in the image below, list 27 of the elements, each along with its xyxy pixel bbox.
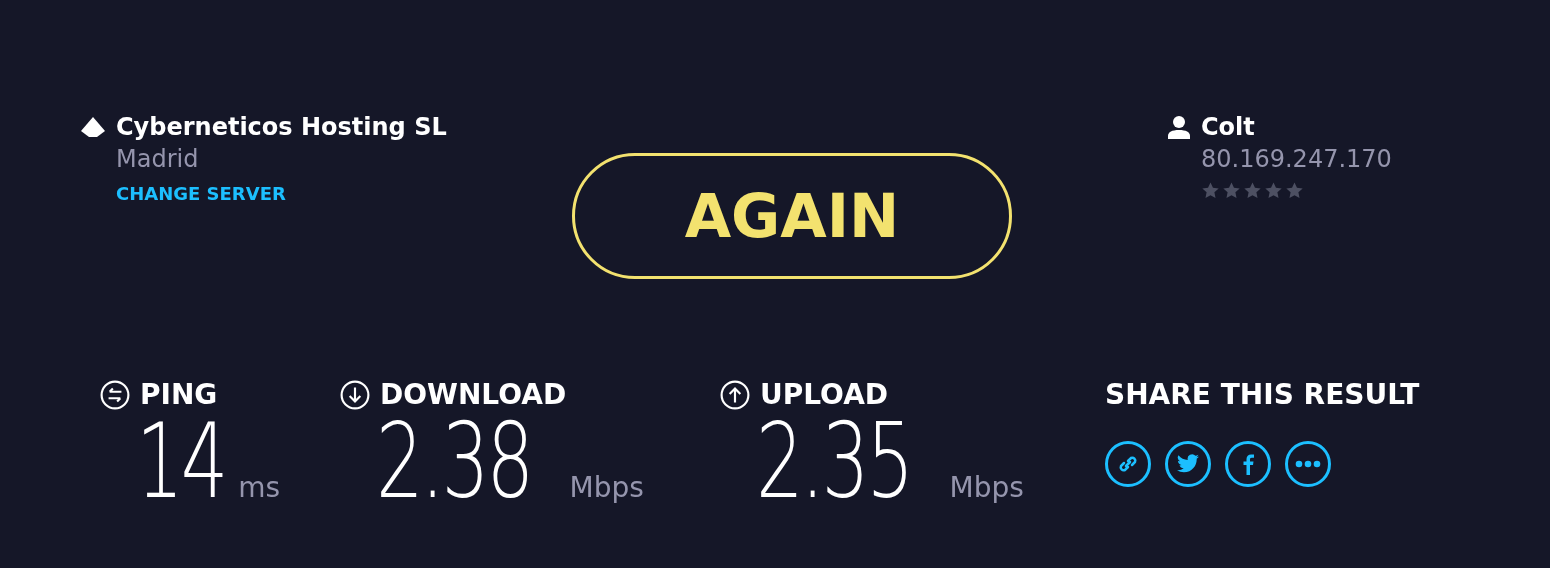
server-icon bbox=[80, 116, 106, 138]
share-button[interactable] bbox=[1225, 441, 1271, 487]
star-icon bbox=[1243, 181, 1262, 200]
more-icon bbox=[1295, 460, 1321, 468]
bird-icon bbox=[1176, 454, 1200, 474]
facebook-icon bbox=[1242, 453, 1254, 475]
star-icon bbox=[1285, 181, 1304, 200]
server-name: Cyberneticos Hosting SL bbox=[116, 113, 447, 141]
provider-name: Colt bbox=[1201, 113, 1255, 141]
metric-unit: Mbps bbox=[569, 471, 644, 504]
download-icon bbox=[340, 379, 370, 410]
metric-unit: Mbps bbox=[949, 471, 1024, 504]
star-icon bbox=[1264, 181, 1283, 200]
ping-icon bbox=[100, 379, 130, 410]
share-button[interactable] bbox=[1165, 441, 1211, 487]
share-button[interactable] bbox=[1105, 441, 1151, 487]
metric-unit: ms bbox=[238, 471, 281, 504]
again-button[interactable]: AGAIN bbox=[572, 153, 1012, 279]
share-button[interactable] bbox=[1285, 441, 1331, 487]
share-title: SHARE THIS RESULT bbox=[1105, 378, 1421, 411]
change-server-link[interactable]: CHANGE SERVER bbox=[116, 183, 572, 204]
server-location: Madrid bbox=[116, 145, 200, 173]
star-icon bbox=[1222, 181, 1241, 200]
star-icon bbox=[1201, 181, 1220, 200]
user-icon bbox=[1167, 115, 1191, 139]
ip-address: 80.169.247.170 bbox=[1201, 145, 1393, 173]
upload-icon bbox=[720, 379, 750, 410]
